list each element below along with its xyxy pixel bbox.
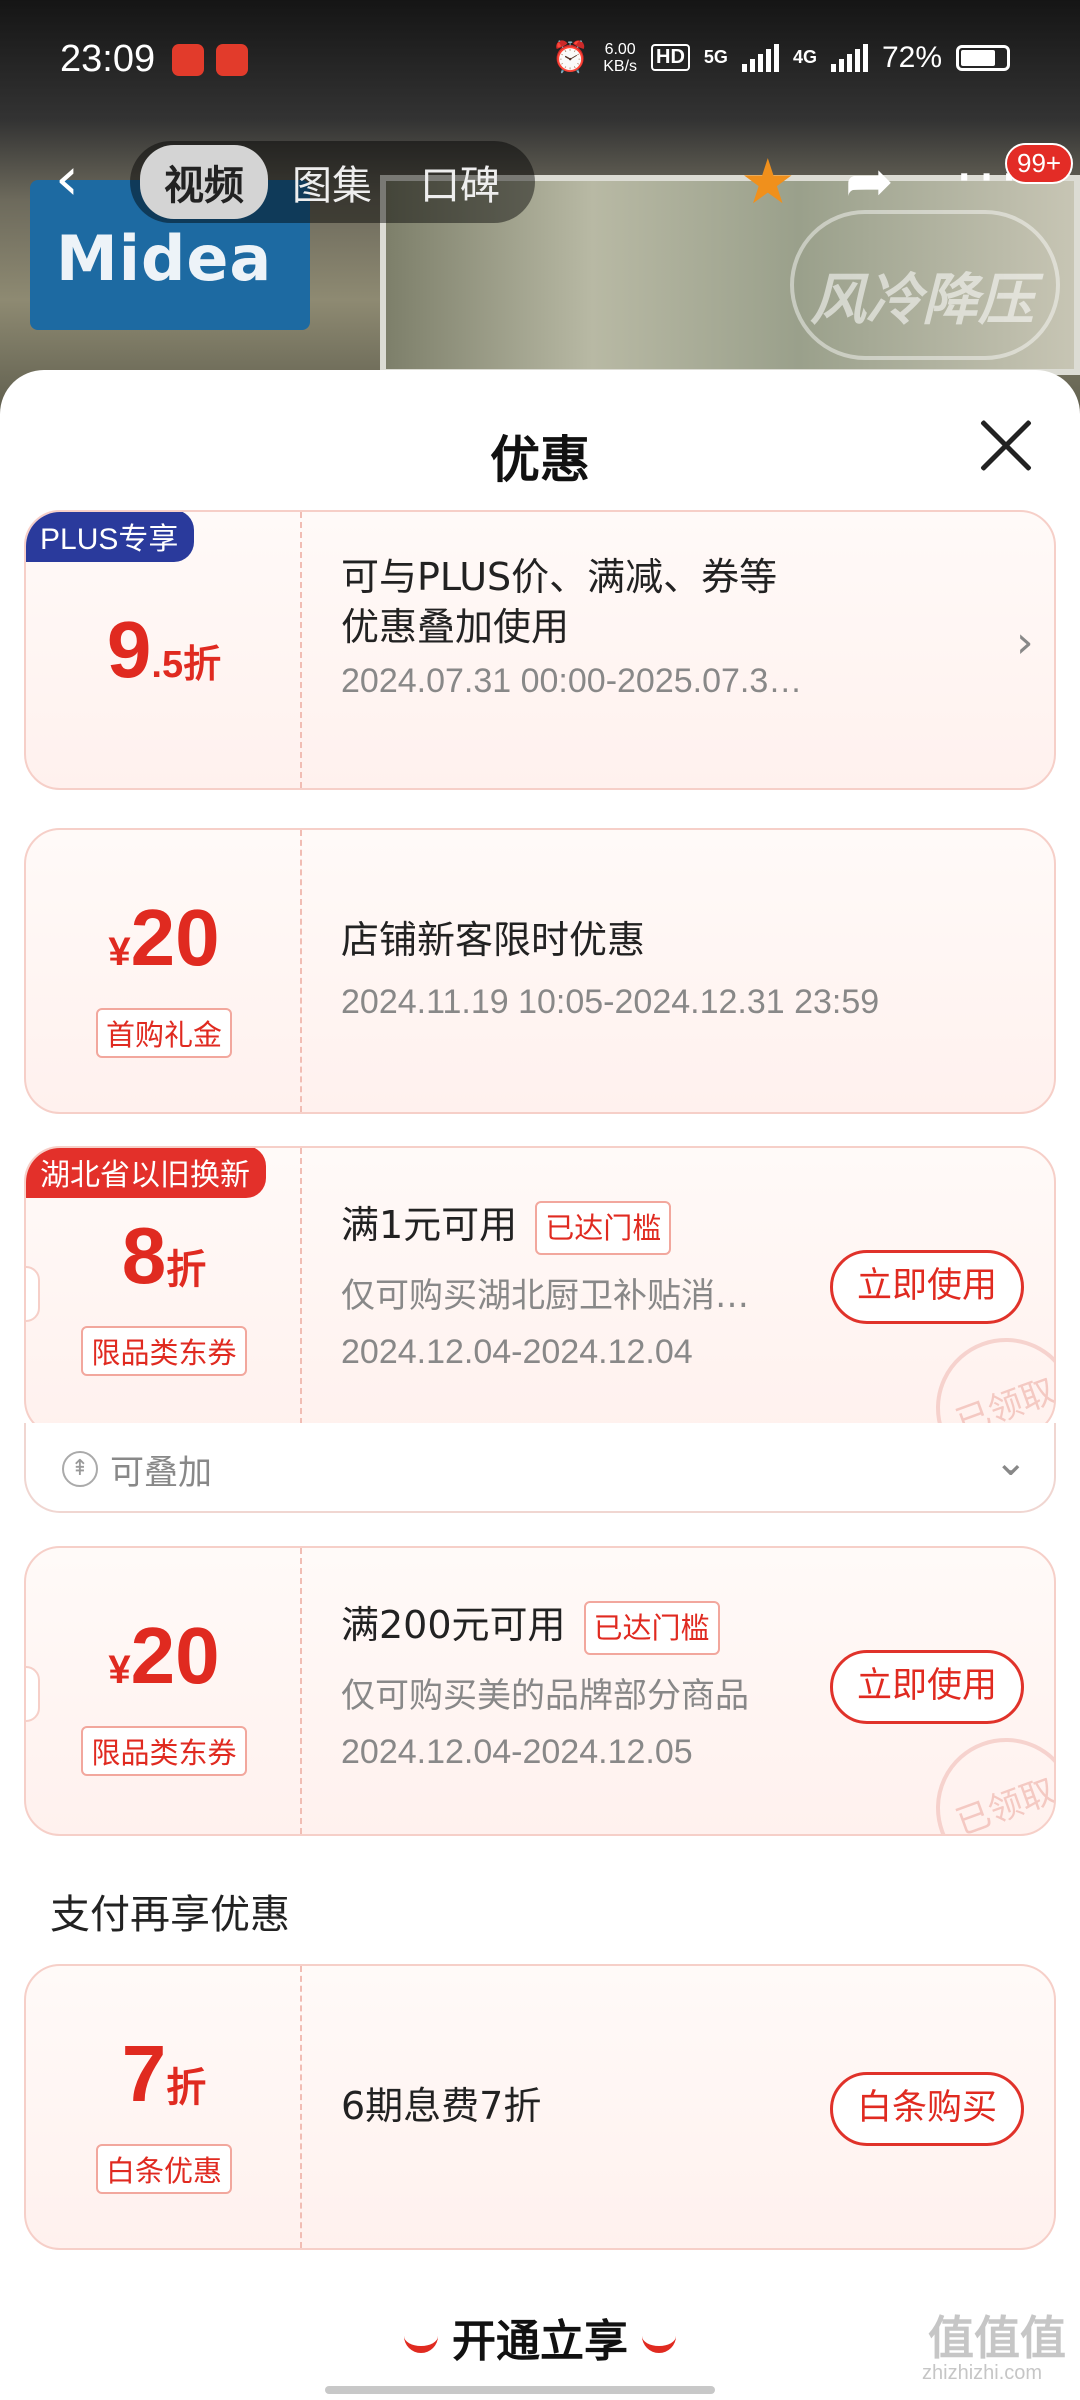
status-indicators: ⏰ 6.00 KB/s HD 5G 4G 72% <box>552 40 1010 75</box>
battery-percent: 72% <box>881 40 942 74</box>
stackable-row[interactable]: ⇞ 可叠加 ⌄ <box>24 1423 1056 1513</box>
chevron-down-icon[interactable]: ⌄ <box>994 1439 1028 1485</box>
status-bar: 23:09 ⏰ 6.00 KB/s HD 5G 4G 72% <box>0 0 1080 125</box>
coupon-date: 2024.07.31 00:00-2025.07.3… <box>341 662 803 700</box>
coupon-date: 2024.12.04-2024.12.04 <box>341 1333 693 1371</box>
coupon-description: 仅可购买美的品牌部分商品 <box>341 1676 749 1716</box>
close-icon[interactable] <box>978 418 1034 474</box>
watermark-url: zhizhizhi.com <box>922 2362 1043 2384</box>
coupon-description: 仅可购买湖北厨卫补贴消… <box>341 1276 749 1316</box>
threshold-reached-tag: 已达门槛 <box>535 1200 672 1255</box>
stack-icon: ⇞ <box>62 1451 98 1487</box>
net-type-4g: 4G <box>792 47 817 67</box>
coupon-value: 7折 <box>121 2029 207 2118</box>
hd-icon: HD <box>651 44 690 71</box>
message-count-badge: 99+ <box>1005 143 1074 184</box>
chevron-right-icon: › <box>1016 617 1034 668</box>
claimed-stamp: 已领取 <box>916 1318 1054 1434</box>
home-indicator[interactable] <box>325 2386 715 2394</box>
coupon-plus[interactable]: PLUS专享 9.5折 可与PLUS价、满减、券等 优惠叠加使用 2024.07… <box>24 510 1056 790</box>
alarm-icon: ⏰ <box>551 41 590 74</box>
threshold-reached-tag: 已达门槛 <box>583 1600 720 1655</box>
signal-icon <box>741 43 779 72</box>
coupon-title: 店铺新客限时优惠 <box>341 918 646 962</box>
coupon-title: 6期息费7折 <box>341 2084 542 2128</box>
discount-bottom-sheet: 优惠 PLUS专享 9.5折 可与PLUS价、满减、券等 优惠叠加使用 2024… <box>0 370 1080 2400</box>
smile-icon <box>404 2336 438 2353</box>
share-icon[interactable]: ➦ <box>845 147 894 215</box>
top-navigation: ‹ 视频 图集 口碑 ★ ➦ ··· 99+ <box>0 135 1080 230</box>
coupon-hubei-trade-in[interactable]: 湖北省以旧换新 8折 限品类东券 满1元可用 已达门槛 仅可购买湖北厨卫补贴消… … <box>24 1146 1056 1436</box>
coupon-tag: 限品类东券 <box>26 1326 302 1376</box>
activate-cta[interactable]: 开通立享 <box>0 2305 1080 2369</box>
coupon-title: 可与PLUS价、满减、券等 优惠叠加使用 <box>341 555 778 649</box>
product-badge-text: 风冷降压 <box>810 268 1034 333</box>
coupon-value: 8折 <box>121 1211 207 1300</box>
payment-section-title: 支付再享优惠 <box>50 1892 290 1938</box>
brand-logo: Midea <box>56 222 273 295</box>
coupon-value: 9.5折 <box>106 605 222 694</box>
app-notification-icon <box>172 44 204 76</box>
tab-video[interactable]: 视频 <box>140 145 268 219</box>
coupon-first-purchase[interactable]: ¥20 首购礼金 店铺新客限时优惠 2024.11.19 10:05-2024.… <box>24 828 1056 1114</box>
coupon-value: ¥20 <box>108 1611 220 1700</box>
app-notification-icon <box>216 44 248 76</box>
tab-reviews[interactable]: 口碑 <box>396 145 524 219</box>
coupon-value: ¥20 <box>108 893 220 982</box>
baitiao-buy-button[interactable]: 白条购买 <box>830 2072 1024 2146</box>
coupon-date: 2024.11.19 10:05-2024.12.31 23:59 <box>341 983 880 1021</box>
coupon-ribbon: PLUS专享 <box>26 512 195 562</box>
coupon-tag: 限品类东券 <box>26 1726 302 1776</box>
status-time: 23:09 <box>60 38 156 80</box>
coupon-title: 满1元可用 已达门槛 <box>341 1200 672 1255</box>
signal-icon <box>830 43 868 72</box>
coupon-date: 2024.12.04-2024.12.05 <box>341 1733 693 1771</box>
coupon-midea-brand[interactable]: ¥20 限品类东券 满200元可用 已达门槛 仅可购买美的品牌部分商品 2024.… <box>24 1546 1056 1836</box>
media-tabs: 视频 图集 口碑 <box>130 141 535 223</box>
coupon-title: 满200元可用 已达门槛 <box>341 1600 720 1655</box>
stackable-label: 可叠加 <box>110 1453 212 1493</box>
sheet-title: 优惠 <box>490 431 590 489</box>
favorite-star-icon[interactable]: ★ <box>740 145 796 218</box>
tab-gallery[interactable]: 图集 <box>268 145 396 219</box>
use-now-button[interactable]: 立即使用 <box>830 1250 1024 1324</box>
smile-icon <box>642 2336 676 2353</box>
net-type-5g: 5G <box>703 47 728 67</box>
claimed-stamp: 已领取 <box>916 1718 1054 1834</box>
coupon-baitiao[interactable]: 7折 白条优惠 6期息费7折 白条购买 <box>24 1964 1056 2250</box>
battery-icon <box>956 44 1010 71</box>
back-arrow-icon[interactable]: ‹ <box>55 149 95 213</box>
watermark: 值值值 <box>928 2311 1066 2365</box>
net-speed: 6.00 KB/s <box>603 40 638 75</box>
use-now-button[interactable]: 立即使用 <box>830 1650 1024 1724</box>
coupon-ribbon: 湖北省以旧换新 <box>26 1148 266 1198</box>
coupon-tag: 首购礼金 <box>26 1008 302 1058</box>
coupon-tag: 白条优惠 <box>26 2144 302 2194</box>
